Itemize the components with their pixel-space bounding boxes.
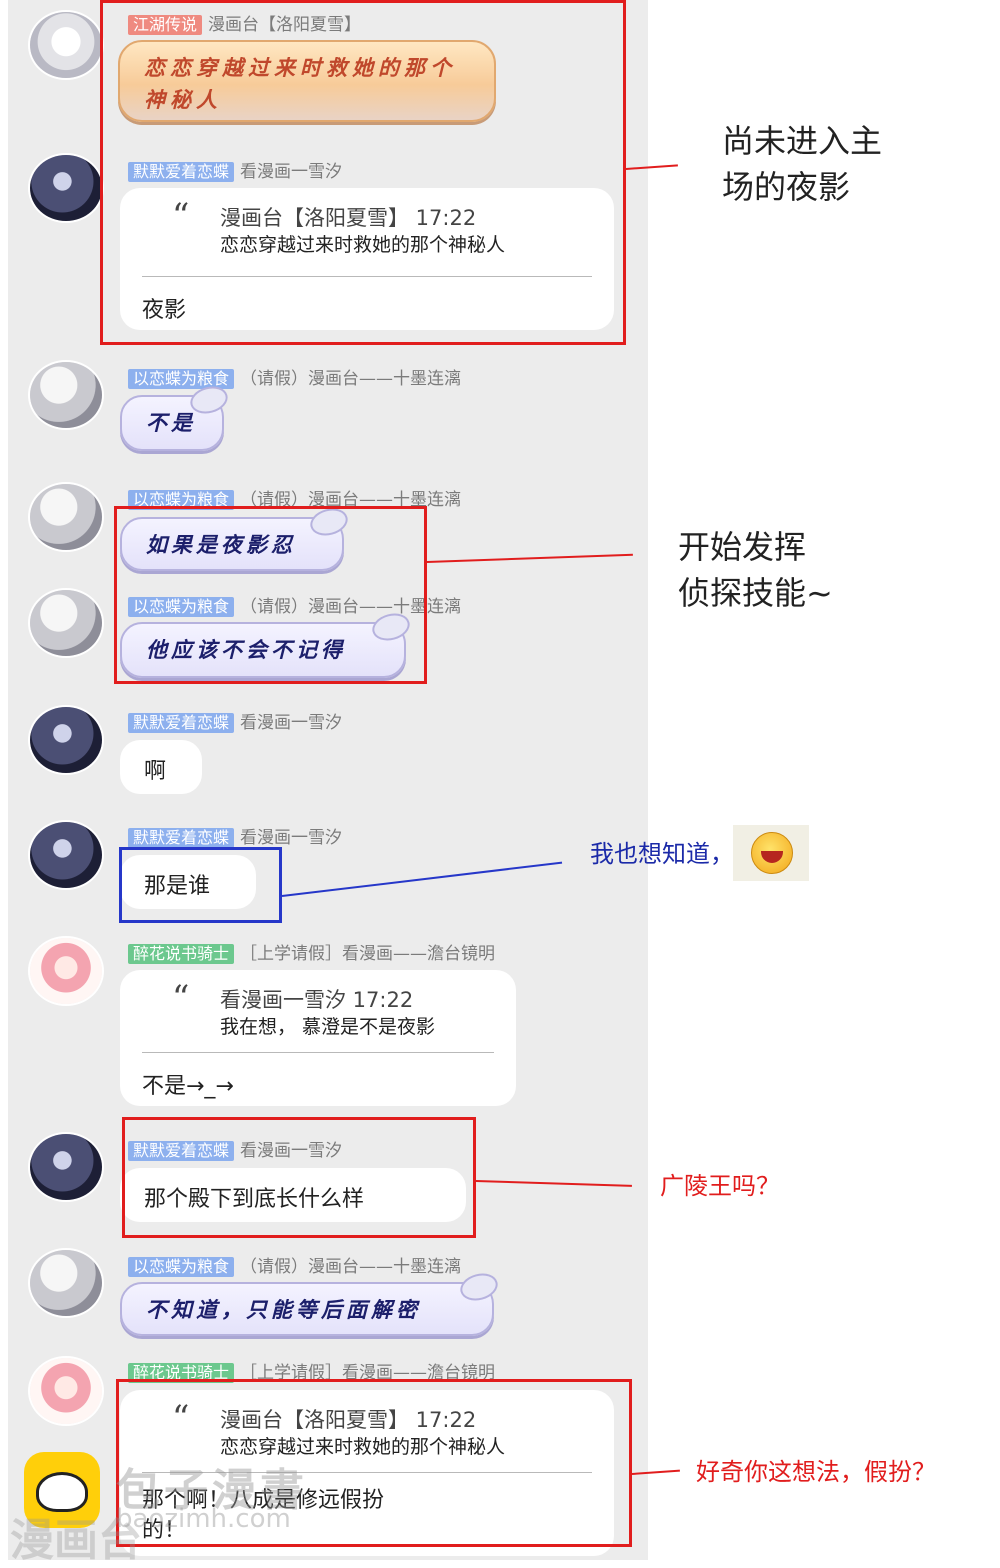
sender-row: 以恋蝶为粮食 （请假）漫画台——十墨连漓: [128, 1252, 462, 1277]
reply-text: 不是→_→: [142, 1074, 234, 1099]
grinning-face-icon: [751, 832, 793, 874]
user-tag: 默默爱着恋蝶: [128, 713, 235, 733]
user-title: 看漫画一雪汐: [240, 713, 343, 733]
message-text: 不知道，只能等后面解密: [146, 1297, 421, 1322]
avatar[interactable]: [30, 1134, 102, 1200]
user-tag: 醉花说书骑士: [128, 944, 235, 964]
user-title: （请假）漫画台——十墨连漓: [240, 1257, 462, 1277]
sender-row: 默默爱着恋蝶 看漫画一雪汐: [128, 708, 343, 733]
quote-meta: 看漫画一雪汐 17:22: [220, 988, 414, 1012]
user-title: （请假）漫画台——十墨连漓: [240, 369, 462, 389]
emoji-panel: [733, 825, 809, 881]
watermark: 包子漫書 baozimh.com 漫画台: [10, 1452, 314, 1566]
watermark-url: baozimh.com: [116, 1504, 291, 1534]
user-tag: 默默爱着恋蝶: [128, 828, 235, 848]
avatar[interactable]: [30, 938, 102, 1004]
avatar[interactable]: [30, 1250, 102, 1316]
sender-row: 醉花说书骑士 ［上学请假］看漫画——澹台镜明: [128, 939, 496, 964]
sender-row: 以恋蝶为粮食 （请假）漫画台——十墨连漓: [128, 364, 462, 389]
avatar[interactable]: [30, 12, 102, 78]
annotation-note: 广陵王吗？: [660, 1172, 780, 1200]
quote-icon: “: [172, 978, 190, 1018]
highlight-box: [100, 0, 626, 345]
avatar[interactable]: [30, 590, 102, 656]
annotation-note: 好奇你这想法，假扮？: [696, 1458, 936, 1486]
avatar[interactable]: [30, 822, 102, 888]
sender-row: 醉花说书骑士 ［上学请假］看漫画——澹台镜明: [128, 1358, 495, 1383]
user-title: ［上学请假］看漫画——澹台镜明: [240, 944, 496, 964]
user-title: 看漫画一雪汐: [240, 828, 343, 848]
highlight-box: [114, 506, 427, 684]
watermark-side: 漫画台: [10, 1515, 142, 1566]
highlight-box: [119, 847, 282, 923]
sender-row: 以恋蝶为粮食 （请假）漫画台——十墨连漓: [128, 485, 461, 510]
highlight-box: [122, 1117, 476, 1238]
quote-divider: [142, 1052, 494, 1053]
quote-text: 我在想， 慕澄是不是夜影: [220, 1016, 436, 1038]
message-bubble[interactable]: 不知道，只能等后面解密: [120, 1282, 494, 1336]
message-text: 不是: [146, 410, 196, 435]
message-bubble[interactable]: 不是: [120, 395, 224, 451]
message-bubble[interactable]: 啊: [120, 740, 202, 794]
annotation-note: 尚未进入主 场的夜影: [722, 122, 883, 206]
avatar[interactable]: [30, 155, 102, 221]
quote-reply-bubble[interactable]: “ 看漫画一雪汐 17:22 我在想， 慕澄是不是夜影 不是→_→: [120, 970, 516, 1106]
avatar[interactable]: [30, 362, 102, 428]
sender-row: 默默爱着恋蝶 看漫画一雪汐: [128, 823, 343, 848]
message-text: 啊: [144, 759, 167, 784]
avatar[interactable]: [30, 707, 102, 773]
user-tag: 以恋蝶为粮食: [128, 1257, 235, 1277]
avatar[interactable]: [30, 484, 102, 550]
avatar[interactable]: [30, 1358, 102, 1424]
annotation-note: 我也想知道，: [590, 840, 734, 868]
annotation-note: 开始发挥 侦探技能~: [678, 528, 833, 612]
